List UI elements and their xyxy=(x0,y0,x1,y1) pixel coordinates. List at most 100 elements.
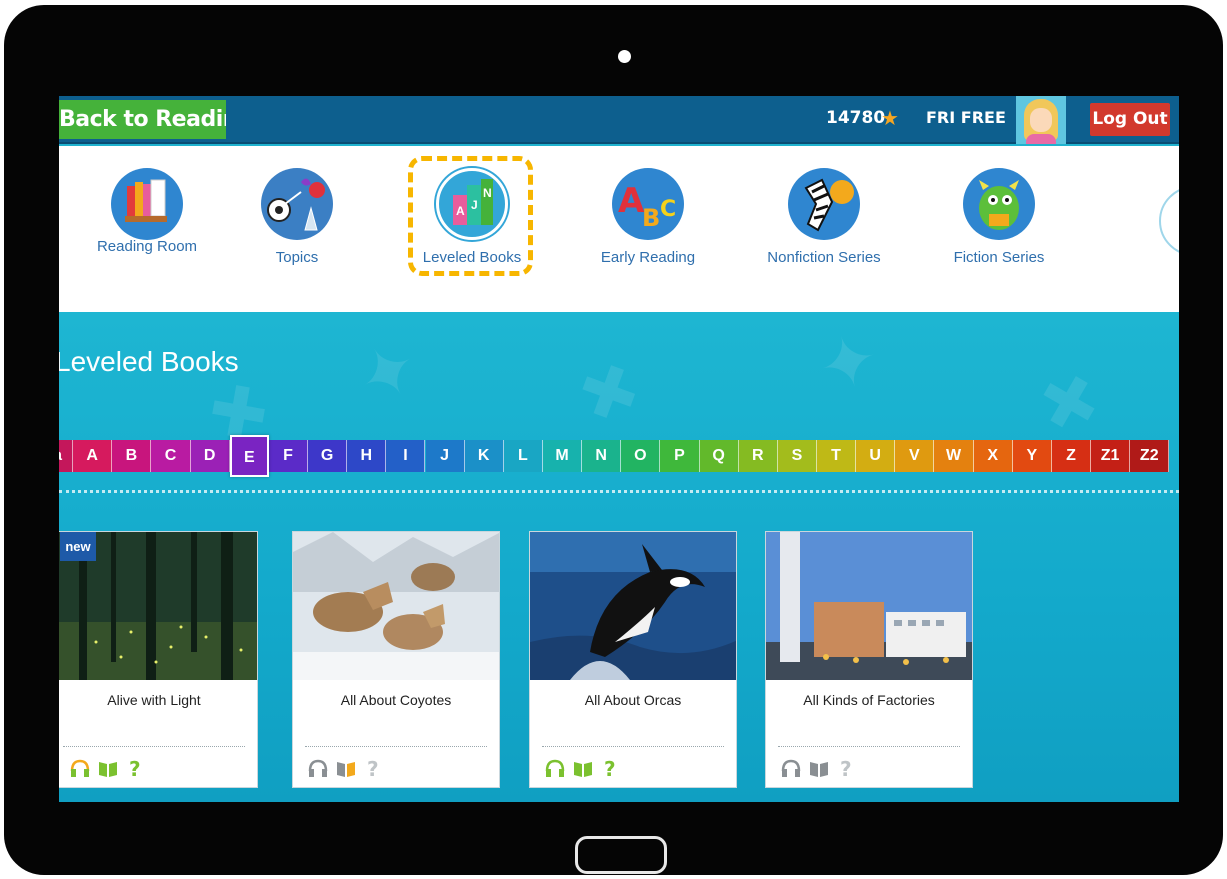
back-to-reading-button[interactable]: Back to Reading xyxy=(59,100,226,139)
level-button-t[interactable]: T xyxy=(817,440,857,472)
svg-text:C: C xyxy=(660,197,676,222)
page-title: Leveled Books xyxy=(59,346,239,377)
book-title[interactable]: Alive with Light xyxy=(59,692,257,708)
level-button-z2[interactable]: Z2 xyxy=(1130,440,1170,472)
level-button-r[interactable]: R xyxy=(738,440,778,472)
level-button-k[interactable]: K xyxy=(464,440,504,472)
level-button-g[interactable]: G xyxy=(308,440,348,472)
level-button-s[interactable]: S xyxy=(777,440,817,472)
category-leveled-books[interactable]: A J N Leveled Books xyxy=(397,146,547,312)
svg-text:J: J xyxy=(471,198,478,212)
listen-read-icon[interactable] xyxy=(69,757,91,779)
category-label: Topics xyxy=(275,249,319,266)
level-button-w[interactable]: W xyxy=(934,440,974,472)
book-card[interactable]: All About Orcas ? xyxy=(529,531,737,788)
quiz-icon[interactable]: ? xyxy=(125,757,147,779)
svg-text:?: ? xyxy=(129,757,141,779)
quiz-icon[interactable]: ? xyxy=(363,757,385,779)
read-icon[interactable] xyxy=(808,757,830,779)
level-button-z1[interactable]: Z1 xyxy=(1091,440,1131,472)
level-button-x[interactable]: X xyxy=(973,440,1013,472)
category-early-reading[interactable]: A B C Early Reading xyxy=(573,146,723,312)
camera-dot xyxy=(618,50,631,63)
globe-topics-icon xyxy=(261,168,333,240)
svg-text:B: B xyxy=(642,204,660,232)
points-count: 14780 xyxy=(826,108,886,128)
plan-label: FRI FREE xyxy=(926,108,1006,127)
svg-text:N: N xyxy=(483,186,492,200)
category-label: Nonfiction Series xyxy=(767,249,881,266)
level-button-z[interactable]: Z xyxy=(1051,440,1092,472)
book-card[interactable]: All About Coyotes ? xyxy=(292,531,500,788)
book-card[interactable]: new Alive with Light ? xyxy=(59,531,258,788)
book-actions: ? xyxy=(544,757,622,781)
svg-text:?: ? xyxy=(604,757,616,779)
book-title[interactable]: All Kinds of Factories xyxy=(766,692,972,708)
books-shelf-icon xyxy=(111,168,183,240)
svg-text:?: ? xyxy=(367,757,379,779)
level-button-j[interactable]: J xyxy=(425,440,465,472)
category-label: Reading Room xyxy=(96,238,198,255)
abc-blocks-icon: A B C xyxy=(612,168,684,240)
listen-read-icon[interactable] xyxy=(544,757,566,779)
level-button-i[interactable]: I xyxy=(386,440,426,472)
level-button-o[interactable]: O xyxy=(621,440,661,472)
divider xyxy=(542,746,724,747)
book-actions: ? xyxy=(307,757,385,781)
avatar[interactable] xyxy=(1016,96,1066,144)
new-badge: new xyxy=(60,532,96,561)
top-bar: Back to Reading 14780 ★ FRI FREE Log Out xyxy=(59,96,1179,144)
listen-icon[interactable] xyxy=(780,757,802,779)
level-button-l[interactable]: L xyxy=(503,440,543,472)
read-icon[interactable] xyxy=(572,757,594,779)
home-button[interactable] xyxy=(575,836,667,874)
book-title[interactable]: All About Orcas xyxy=(530,692,736,708)
divider xyxy=(778,746,960,747)
log-out-button[interactable]: Log Out xyxy=(1090,103,1170,136)
divider xyxy=(63,746,245,747)
quiz-icon[interactable]: ? xyxy=(600,757,622,779)
zebra-icon xyxy=(788,168,860,240)
category-topics[interactable]: Topics xyxy=(222,146,372,312)
category-fiction-series[interactable]: Fiction Series xyxy=(924,146,1074,312)
level-button-n[interactable]: N xyxy=(582,440,622,472)
level-button-u[interactable]: U xyxy=(856,440,896,472)
book-title[interactable]: All About Coyotes xyxy=(293,692,499,708)
level-button-aa[interactable]: aa xyxy=(59,440,74,472)
level-button-b[interactable]: B xyxy=(112,440,152,472)
app-screen: Back to Reading 14780 ★ FRI FREE Log Out… xyxy=(59,96,1179,802)
level-button-f[interactable]: F xyxy=(268,440,309,472)
listen-icon[interactable] xyxy=(307,757,329,779)
level-button-m[interactable]: M xyxy=(542,440,583,472)
book-card[interactable]: All Kinds of Factories ? xyxy=(765,531,973,788)
svg-text:A: A xyxy=(618,181,645,221)
book-actions: ? xyxy=(69,757,147,781)
level-button-v[interactable]: V xyxy=(895,440,935,472)
svg-text:?: ? xyxy=(840,757,852,779)
quiz-icon[interactable]: ? xyxy=(836,757,858,779)
level-button-q[interactable]: Q xyxy=(699,440,739,472)
book-actions: ? xyxy=(780,757,858,781)
monster-icon xyxy=(963,168,1035,240)
book-cover-coyotes[interactable] xyxy=(293,532,499,680)
category-nav: Reading Room Topics A J N Leveled Books … xyxy=(59,146,1179,312)
level-button-y[interactable]: Y xyxy=(1012,440,1052,472)
level-button-h[interactable]: H xyxy=(347,440,387,472)
level-button-e[interactable]: E xyxy=(229,435,269,477)
divider xyxy=(305,746,487,747)
category-nonfiction-series[interactable]: Nonfiction Series xyxy=(749,146,899,312)
level-button-p[interactable]: P xyxy=(660,440,700,472)
book-cover-factory[interactable] xyxy=(766,532,972,680)
category-next-item[interactable] xyxy=(1159,186,1179,256)
read-icon[interactable] xyxy=(335,757,357,779)
star-icon: ★ xyxy=(881,108,899,130)
category-reading-room[interactable]: Reading Room xyxy=(72,146,222,312)
level-button-d[interactable]: D xyxy=(190,440,230,472)
divider xyxy=(59,490,1179,493)
level-button-a[interactable]: A xyxy=(73,440,113,472)
category-label: Fiction Series xyxy=(953,249,1045,266)
category-label: Early Reading xyxy=(600,249,696,266)
book-cover-orca[interactable] xyxy=(530,532,736,680)
read-icon[interactable] xyxy=(97,757,119,779)
level-button-c[interactable]: C xyxy=(151,440,191,472)
